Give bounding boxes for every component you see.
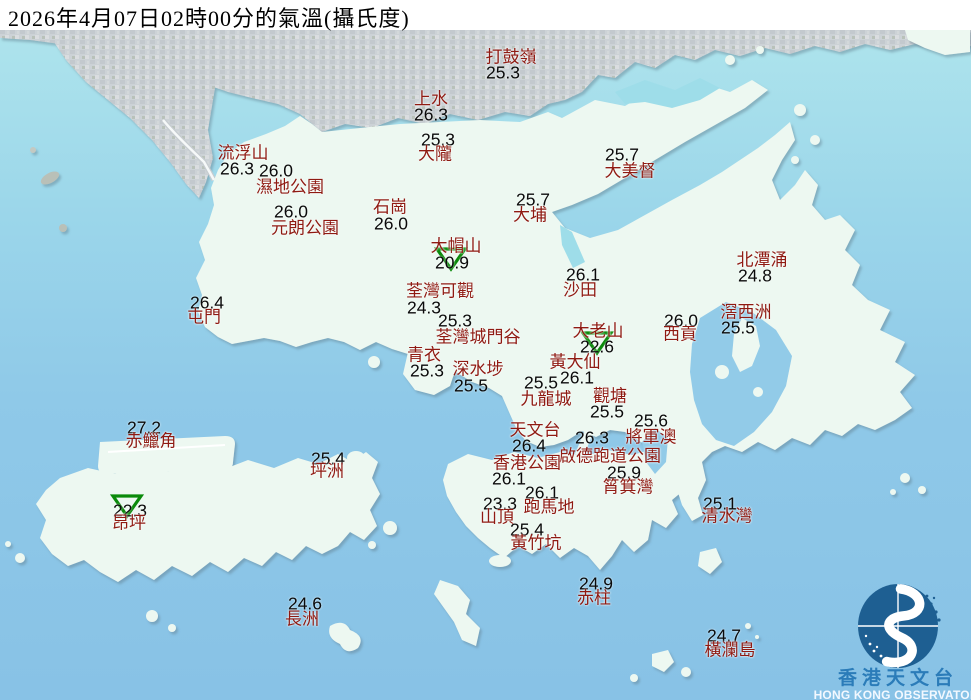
station-name-label: 跑馬地: [523, 497, 575, 517]
station-name-label: 山頂: [480, 507, 514, 527]
station-name-label: 坪洲: [310, 461, 344, 481]
page-title: 2026年4月07日02時00分的氣溫(攝氏度): [8, 6, 410, 31]
station-name-label: 赤柱: [577, 588, 611, 608]
station-name-label: 濕地公園: [256, 177, 324, 197]
station-name-label: 赤鱲角: [125, 431, 177, 451]
station-name-label: 荃灣城門谷: [435, 327, 521, 347]
station-name-label: 荃灣可觀: [406, 281, 474, 301]
station-name-label: 黃竹坑: [510, 533, 562, 553]
station-name-label: 長洲: [285, 609, 319, 629]
station-temperature: 26.0: [373, 213, 409, 234]
station-temperature: 26.1: [491, 468, 527, 489]
station-name-label: 大隴: [418, 144, 452, 164]
station-name-label: 沙田: [563, 280, 597, 300]
stations-layer: 25.3 打鼓嶺 26.3 上水 25.3 大隴 26.3 流浮山 26.0 濕地公園 26.0 元朗…: [0, 0, 971, 700]
station-name-label: 元朗公園: [271, 218, 339, 238]
station-temperature: 25.3: [485, 62, 521, 83]
station-name-label: 香港公園: [493, 453, 561, 473]
station-temperature: 25.5: [589, 401, 625, 422]
station-name-label: 天文台: [509, 420, 561, 440]
station-name-label: 九龍城: [520, 389, 572, 409]
station-name-label: 西貢: [663, 324, 697, 344]
station-name-label: 深水埗: [452, 359, 504, 379]
station-temperature: 25.3: [409, 360, 445, 381]
station-temperature: 25.5: [720, 317, 756, 338]
station-temperature: 25.5: [453, 375, 489, 396]
station-name-label: 北潭涌: [736, 250, 788, 270]
station-name-label: 橫瀾島: [704, 640, 756, 660]
station-name-label: 大美督: [604, 161, 656, 181]
station-name-label: 將軍澳: [625, 427, 677, 447]
station-temperature: 24.8: [737, 265, 773, 286]
station-name-label: 打鼓嶺: [485, 47, 537, 67]
station-name-label: 大埔: [513, 205, 547, 225]
station-temperature: 26.3: [574, 427, 610, 448]
station-name-label: 黃大仙: [549, 352, 601, 372]
station-name-label: 青衣: [407, 345, 441, 365]
station-name-label: 昂坪: [112, 513, 146, 533]
station-name-label: 屯門: [187, 307, 221, 327]
station-name-label: 上水: [414, 89, 448, 109]
station-temperature: 26.3: [219, 158, 255, 179]
title-bar: 2026年4月07日02時00分的氣溫(攝氏度): [0, 0, 971, 31]
station-temperature: 20.9: [434, 252, 470, 273]
station-name-label: 觀塘: [593, 386, 627, 406]
station-temperature: 26.4: [511, 435, 547, 456]
station-name-label: 清水灣: [701, 506, 753, 526]
station-name-label: 石崗: [373, 197, 407, 217]
hko-temperature-map-screen: 香港天文台 HONG KONG OBSERVATORY 25.3 打鼓嶺 26.3 上…: [0, 0, 971, 700]
station-name-label: 大帽山: [430, 236, 482, 256]
station-temperature: 26.1: [559, 367, 595, 388]
station-name-label: 滘西洲: [720, 302, 772, 322]
station-temperature: 24.3: [406, 297, 442, 318]
station-name-label: 流浮山: [217, 143, 269, 163]
station-name-label: 大老山: [572, 321, 624, 341]
station-name-label: 筲箕灣: [602, 477, 654, 497]
station-temperature: 26.3: [413, 104, 449, 125]
